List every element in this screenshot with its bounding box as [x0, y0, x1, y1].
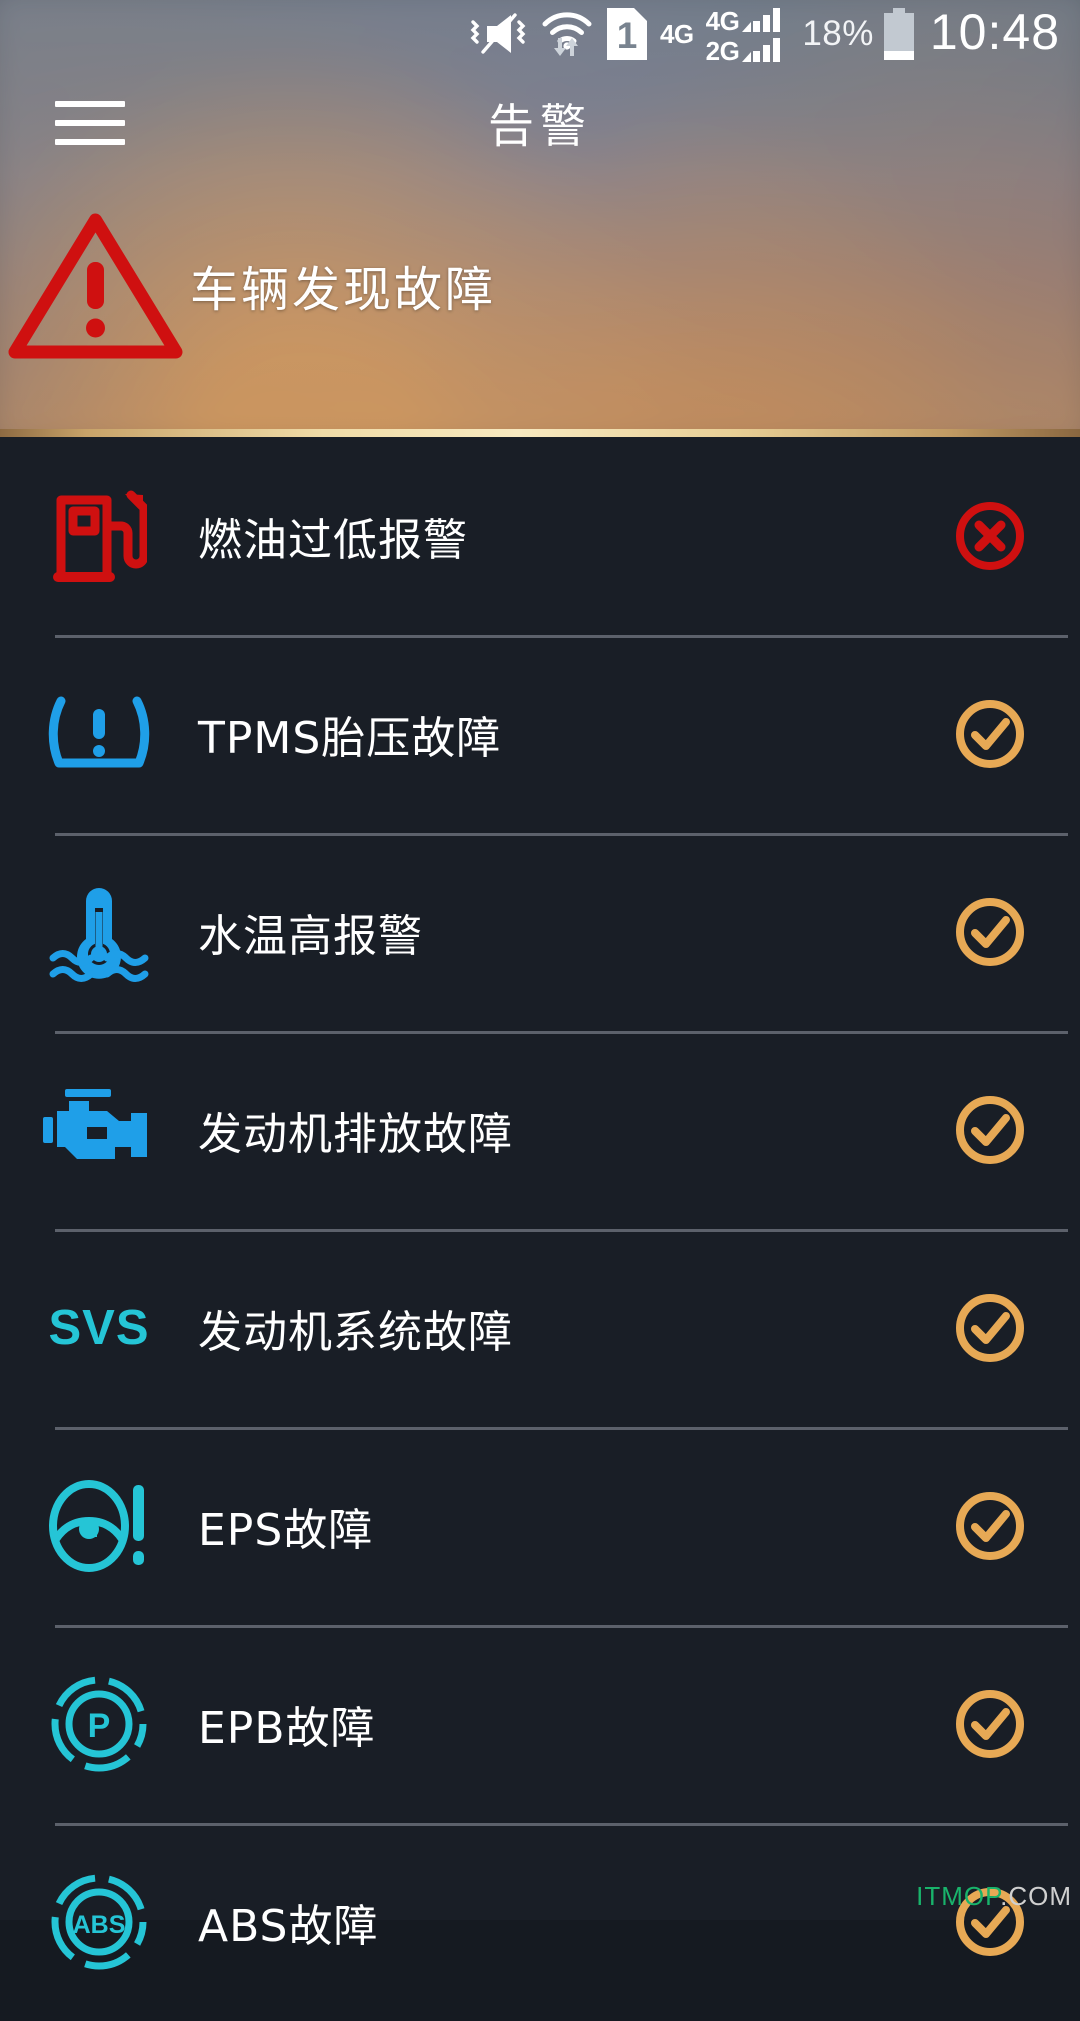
circle-check-icon: [956, 1096, 1024, 1164]
signal-label-4g: 4G: [705, 6, 740, 36]
app-bar: 告警: [0, 68, 1080, 178]
circle-check-icon: [956, 1690, 1024, 1758]
circle-check-icon: [956, 898, 1024, 966]
fuel-pump-icon: [0, 486, 198, 586]
abs-letters: ABS: [73, 1911, 126, 1939]
engine-emission-icon: [0, 1087, 198, 1173]
status-badge[interactable]: [900, 1094, 1080, 1166]
circle-check-icon: [956, 1492, 1024, 1560]
vehicle-fault-banner: 车辆发现故障: [0, 205, 1080, 365]
circle-check-icon: [956, 1294, 1024, 1362]
eps-steering-icon: [0, 1479, 198, 1573]
abs-icon: ABS: [0, 1872, 198, 1972]
header-area: 1 4G 4G 2G 18% 10:48 告警 车辆发现故障: [0, 0, 1080, 437]
alarm-label: 燃油过低报警: [198, 515, 468, 566]
status-clock: 10:48: [929, 4, 1060, 60]
status-badge[interactable]: [900, 1490, 1080, 1562]
dual-signal-indicator: 4G 2G: [706, 4, 787, 64]
circle-check-icon: [956, 700, 1024, 768]
alarm-label: ABS故障: [198, 1901, 379, 1952]
tpms-tire-pressure-icon: [0, 687, 198, 781]
watermark: ITMOP.COM: [916, 1881, 1072, 1912]
battery-icon: [882, 8, 916, 60]
circle-x-icon: [956, 502, 1024, 570]
table-row[interactable]: EPS故障: [0, 1427, 1080, 1625]
table-row[interactable]: 水温高报警: [0, 833, 1080, 1031]
wifi-data-icon: [540, 10, 594, 58]
signal-row-primary: 4G: [706, 4, 787, 34]
alarm-label: 水温高报警: [198, 911, 423, 962]
vehicle-fault-banner-text: 车辆发现故障: [190, 262, 497, 318]
watermark-part-a: ITMOP: [916, 1881, 1001, 1911]
status-badge[interactable]: [900, 500, 1080, 572]
gold-divider: [0, 429, 1080, 437]
svs-label: SVS: [48, 1301, 150, 1355]
signal-row-secondary: 2G: [706, 34, 787, 64]
alarm-label: EPS故障: [198, 1505, 374, 1556]
table-row[interactable]: SVS 发动机系统故障: [0, 1229, 1080, 1427]
status-badge[interactable]: [900, 1688, 1080, 1760]
alarm-label: EPB故障: [198, 1703, 376, 1754]
epb-p-letter: P: [88, 1707, 111, 1745]
status-badge[interactable]: [900, 1292, 1080, 1364]
page-title: 告警: [488, 99, 592, 153]
svs-text-icon: SVS: [0, 1300, 198, 1356]
sim-number-label: 1: [617, 15, 638, 56]
alarm-list[interactable]: 燃油过低报警 TPMS胎压故障 水温高报警 发动机排放故障 SVS 发动机系统故…: [0, 437, 1080, 1970]
table-row[interactable]: 燃油过低报警: [0, 437, 1080, 635]
signal-label-2g: 2G: [705, 36, 740, 66]
status-bar: 1 4G 4G 2G 18% 10:48: [0, 0, 1080, 68]
network-4g-text: 4G: [659, 19, 694, 49]
table-row[interactable]: 发动机排放故障: [0, 1031, 1080, 1229]
table-row[interactable]: ABS ABS故障: [0, 1823, 1080, 2021]
alarm-label: TPMS胎压故障: [198, 713, 502, 764]
sim-card-icon: 1: [606, 8, 647, 60]
battery-percent-label: 18%: [802, 14, 874, 53]
table-row[interactable]: TPMS胎压故障: [0, 635, 1080, 833]
network-4g-label: 4G: [660, 21, 694, 47]
warning-triangle-icon: [0, 210, 190, 360]
epb-parking-brake-icon: P: [0, 1674, 198, 1774]
status-badge[interactable]: [900, 698, 1080, 770]
table-row[interactable]: P EPB故障: [0, 1625, 1080, 1823]
alarm-label: 发动机排放故障: [198, 1109, 513, 1160]
watermark-part-b: .COM: [1000, 1881, 1072, 1911]
alarm-label: 发动机系统故障: [198, 1307, 513, 1358]
status-badge[interactable]: [900, 896, 1080, 968]
coolant-temperature-icon: [0, 882, 198, 982]
vibrate-mute-icon: [465, 12, 527, 56]
